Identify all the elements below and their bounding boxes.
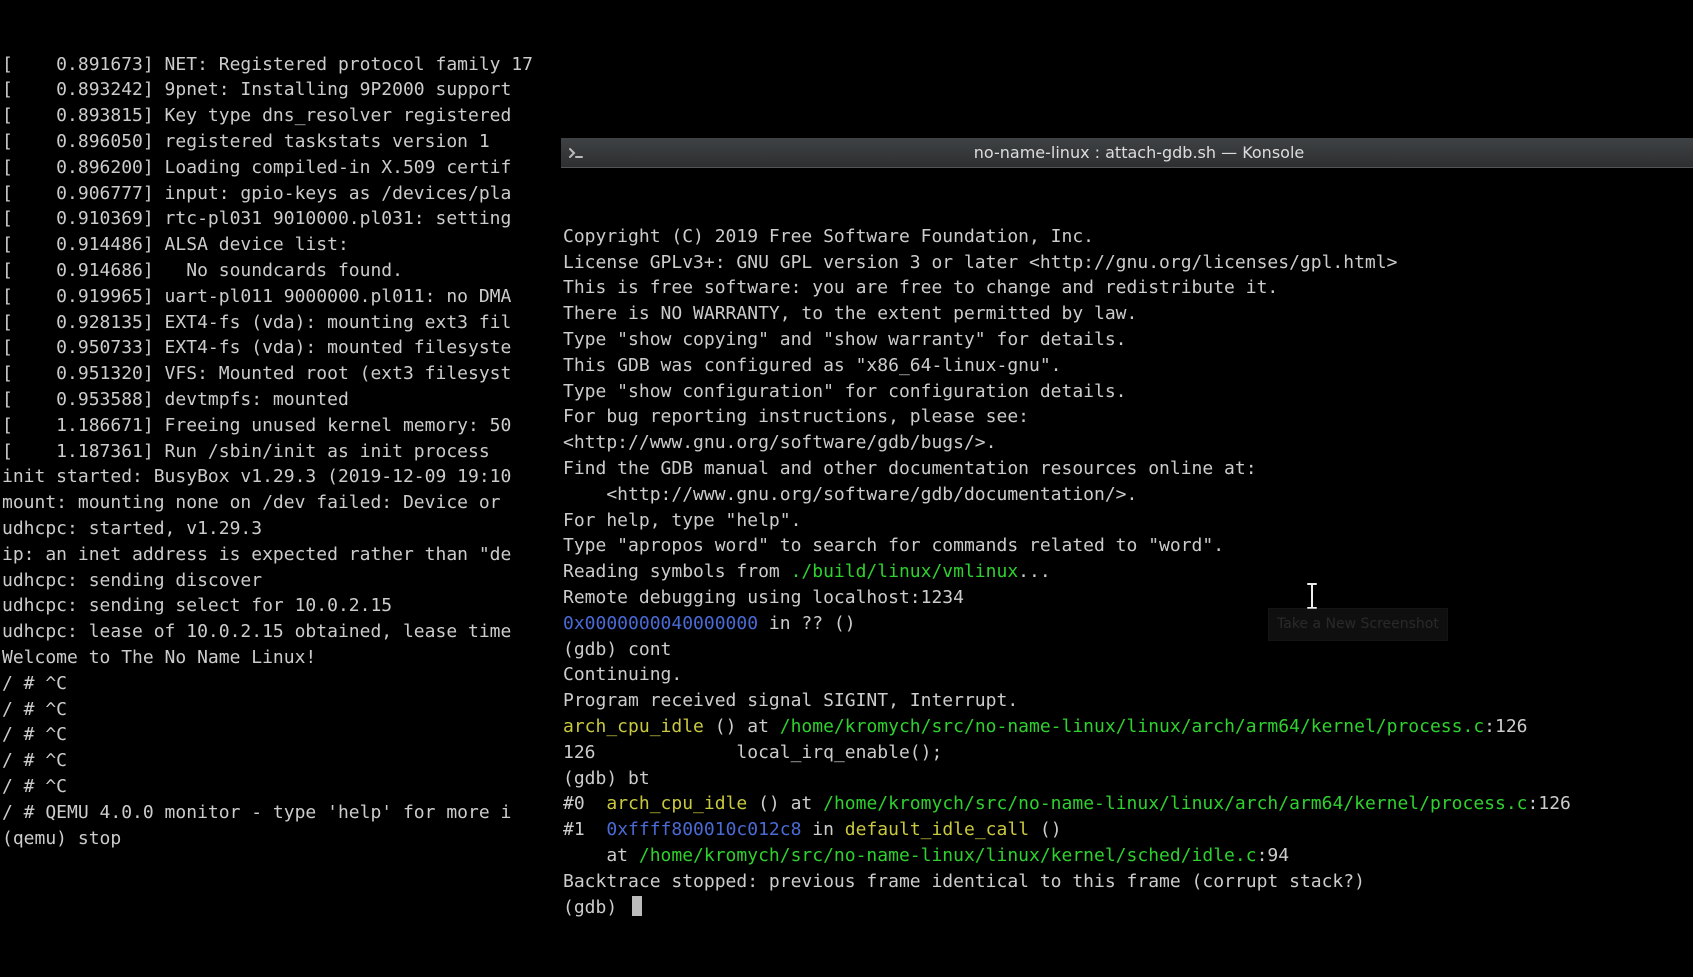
gdb-banner-line: This is free software: you are free to c… [563,275,1691,301]
konsole-window: no-name-linux : attach-gdb.sh — Konsole … [561,87,1693,977]
gdb-banner-line: <http://www.gnu.org/software/gdb/bugs/>. [563,430,1691,456]
gdb-banner-line: Copyright (C) 2019 Free Software Foundat… [563,224,1691,250]
gdb-banner-line: Type "show copying" and "show warranty" … [563,327,1691,353]
gdb-banner-line: Find the GDB manual and other documentat… [563,456,1691,482]
gdb-cmd: (gdb) cont [563,637,1691,663]
gdb-sigint: Program received signal SIGINT, Interrup… [563,688,1691,714]
gdb-terminal[interactable]: Copyright (C) 2019 Free Software Foundat… [561,220,1693,925]
gdb-frame-1: #1 0xffff800010c012c8 in default_idle_ca… [563,817,1691,843]
gdb-banner-line: There is NO WARRANTY, to the extent perm… [563,301,1691,327]
gdb-cmd: (gdb) bt [563,766,1691,792]
gdb-prompt: (gdb) [563,895,1691,921]
gdb-banner-line: For bug reporting instructions, please s… [563,404,1691,430]
gdb-frame-0: #0 arch_cpu_idle () at /home/kromych/src… [563,791,1691,817]
gdb-banner-line: <http://www.gnu.org/software/gdb/documen… [563,482,1691,508]
gdb-banner-line: Type "show configuration" for configurat… [563,379,1691,405]
gdb-banner-line: License GPLv3+: GNU GPL version 3 or lat… [563,250,1691,276]
gdb-src-line: 126 local_irq_enable(); [563,740,1691,766]
gdb-banner-line: This GDB was configured as "x86_64-linux… [563,353,1691,379]
gdb-reading-symbols: Reading symbols from ./build/linux/vmlin… [563,559,1691,585]
terminal-icon [567,144,585,162]
gdb-remote-debug: Remote debugging using localhost:1234 [563,585,1691,611]
gdb-banner-line: For help, type "help". [563,508,1691,534]
gdb-frame-1-at: at /home/kromych/src/no-name-linux/linux… [563,843,1691,869]
gdb-bt-stopped: Backtrace stopped: previous frame identi… [563,869,1691,895]
screenshot-tooltip: Take a New Screenshot [1268,608,1448,642]
gdb-banner-line: Type "apropos word" to search for comman… [563,533,1691,559]
window-title: no-name-linux : attach-gdb.sh — Konsole [591,140,1687,166]
window-titlebar[interactable]: no-name-linux : attach-gdb.sh — Konsole [561,138,1693,168]
gdb-initial-stop: 0x0000000040000000 in ?? () [563,611,1691,637]
gdb-continuing: Continuing. [563,662,1691,688]
block-cursor [632,896,642,916]
gdb-stop-location: arch_cpu_idle () at /home/kromych/src/no… [563,714,1691,740]
kernel-log-line: [ 0.891673] NET: Registered protocol fam… [2,52,1691,78]
